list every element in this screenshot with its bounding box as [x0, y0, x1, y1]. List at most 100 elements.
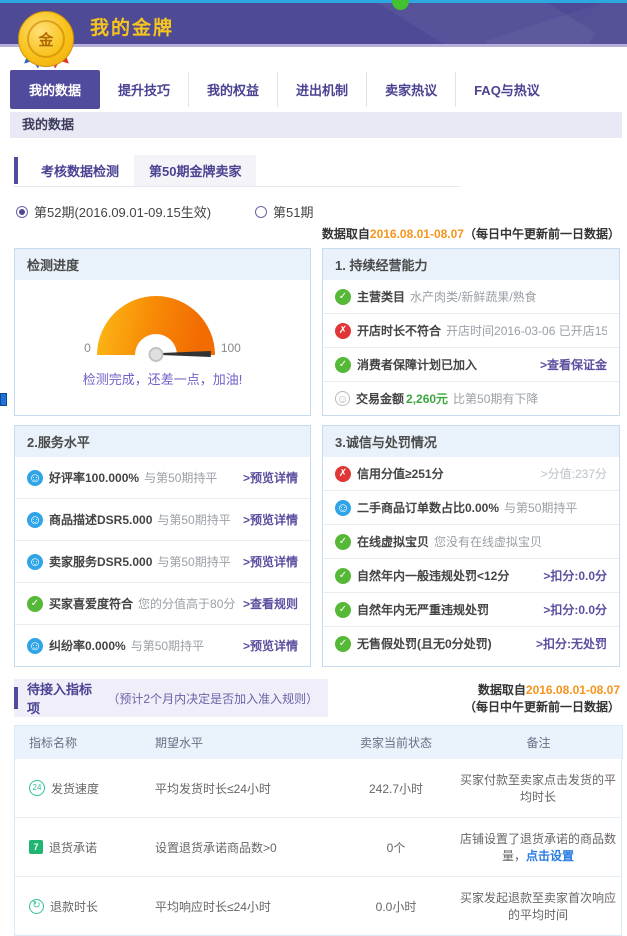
- data-source-date: 2016.08.01-08.07: [370, 227, 464, 241]
- row-main-text: 在线虚拟宝贝: [357, 533, 429, 550]
- table-row-refund-duration: ↻ 退款时长 平均响应时长≤24小时 0.0小时 买家发起退款至卖家首次响应的平…: [15, 876, 621, 935]
- panel3-row-credit-score: ✗ 信用分值≥251分 >分值:237分: [323, 457, 619, 490]
- 7-day-return-icon: 7: [29, 840, 43, 854]
- section-title: 我的数据: [10, 112, 622, 138]
- radio-period-52-label: 第52期(2016.09.01-09.15生效): [34, 202, 211, 221]
- deduction-link[interactable]: >扣分:无处罚: [530, 635, 607, 652]
- panel2-row-seller-dsr: ☺ 卖家服务DSR5.000 与第50期持平 >预览详情: [15, 540, 310, 582]
- subtab-accent-bar: [14, 157, 18, 184]
- data-source-suffix: （每日中午更新前一日数据）: [464, 227, 620, 241]
- row-main-text: 卖家服务DSR5.000: [49, 553, 152, 570]
- pending-section-header: 待接入指标项 （预计2个月内决定是否加入准入规则） 数据取自2016.08.01…: [14, 679, 620, 717]
- pending-accent-bar: [14, 687, 18, 709]
- row-main-text: 纠纷率0.000%: [49, 637, 126, 654]
- row-sub-text: 您没有在线虚拟宝贝: [434, 533, 542, 550]
- row-main-text: 买家喜爱度符合: [49, 595, 133, 612]
- data-source-suffix: （每日中午更新前一日数据）: [464, 700, 620, 714]
- panel3-title: 3.诚信与处罚情况: [323, 426, 619, 457]
- main-content: 我的数据 考核数据检测 第50期金牌卖家 第52期(2016.09.01-09.…: [10, 112, 622, 936]
- gauge-min-label: 0: [84, 341, 91, 355]
- row-main-text: 二手商品订单数占比0.00%: [357, 499, 499, 516]
- radio-period-52[interactable]: 第52期(2016.09.01-09.15生效): [16, 202, 211, 221]
- gauge-max-label: 100: [221, 341, 241, 355]
- credit-score-note: >分值:237分: [535, 465, 607, 482]
- expected-level: 设置退货承诺商品数>0: [155, 839, 337, 856]
- click-setup-link[interactable]: 点击设置: [526, 849, 574, 863]
- row-main-text: 信用分值≥251分: [357, 465, 444, 482]
- period-radio-group: 第52期(2016.09.01-09.15生效) 第51期: [16, 202, 622, 221]
- tab-entry-exit-rules[interactable]: 进出机制: [278, 72, 367, 107]
- subtab-assessment-check[interactable]: 考核数据检测: [26, 155, 134, 186]
- gauge-arc: [97, 296, 215, 355]
- row-sub-text: 比第50期有下降: [453, 390, 538, 407]
- expected-level: 平均发货时长≤24小时: [155, 780, 337, 797]
- row-main-text: 商品描述DSR5.000: [49, 511, 152, 528]
- row-main-text: 主营类目: [357, 288, 405, 305]
- smile-icon: ☺: [27, 554, 43, 570]
- tab-improve-skills[interactable]: 提升技巧: [100, 72, 189, 107]
- tab-faq[interactable]: FAQ与热议: [456, 72, 558, 107]
- preview-detail-link[interactable]: >预览详情: [237, 553, 298, 570]
- table-row-return-promise: 7 退货承诺 设置退货承诺商品数>0 0个 店铺设置了退货承诺的商品数量，点击设…: [15, 817, 621, 876]
- tab-seller-discussion[interactable]: 卖家热议: [367, 72, 456, 107]
- col-header-indicator-name: 指标名称: [15, 734, 155, 751]
- row-main-text: 开店时长不符合: [357, 322, 441, 339]
- panels-grid: 检测进度 0 100 检测完成，还差一点，加油! 1. 持续经营能力 ✓: [14, 248, 622, 667]
- remark: 买家付款至卖家点击发货的平均时长: [455, 771, 621, 805]
- preview-detail-link[interactable]: >预览详情: [237, 469, 298, 486]
- check-icon: ✓: [335, 636, 351, 652]
- view-rules-link[interactable]: >查看规则: [237, 595, 298, 612]
- refund-cycle-icon: ↻: [29, 899, 44, 914]
- panel2-row-buyer-favor: ✓ 买家喜爱度符合 您的分值高于80分 >查看规则: [15, 582, 310, 624]
- preview-detail-link[interactable]: >预览详情: [237, 637, 298, 654]
- left-edge-marker: [0, 393, 7, 406]
- deduction-link[interactable]: >扣分:0.0分: [537, 601, 607, 618]
- current-status: 0.0小时: [337, 898, 455, 915]
- top-accent-strip: [0, 0, 627, 3]
- gauge-hub: [148, 347, 163, 362]
- cross-icon: ✗: [335, 466, 351, 482]
- smile-icon: ☺: [27, 470, 43, 486]
- col-header-remark: 备注: [455, 734, 622, 751]
- gold-medal-icon: 金: [16, 11, 80, 67]
- tab-my-benefits[interactable]: 我的权益: [189, 72, 278, 107]
- panel2-row-dispute-rate: ☺ 纠纷率0.000% 与第50期持平 >预览详情: [15, 624, 310, 666]
- view-deposit-link[interactable]: >查看保证金: [534, 356, 607, 373]
- current-status: 0个: [337, 839, 455, 856]
- smile-icon: ☺: [27, 512, 43, 528]
- current-status: 242.7小时: [337, 780, 455, 797]
- row-main-text: 消费者保障计划已加入: [357, 356, 477, 373]
- indicator-name: 发货速度: [51, 780, 99, 797]
- check-icon: ✓: [335, 534, 351, 550]
- deduction-link[interactable]: >扣分:0.0分: [537, 567, 607, 584]
- row-sub-text: 与第50期持平: [157, 511, 230, 528]
- cross-icon: ✗: [335, 323, 351, 339]
- row-main-text: 无售假处罚(且无0分处罚): [357, 635, 492, 652]
- panel-progress-title: 检测进度: [15, 249, 310, 280]
- panel2-row-item-dsr: ☺ 商品描述DSR5.000 与第50期持平 >预览详情: [15, 498, 310, 540]
- nav-tabbar: 我的数据 提升技巧 我的权益 进出机制 卖家热议 FAQ与热议: [10, 70, 558, 109]
- subtab-period50-sellers[interactable]: 第50期金牌卖家: [134, 155, 256, 186]
- preview-detail-link[interactable]: >预览详情: [237, 511, 298, 528]
- pending-title-box: 待接入指标项 （预计2个月内决定是否加入准入规则）: [14, 679, 328, 717]
- row-value-text: 2,260元: [406, 390, 448, 407]
- panel-service-level: 2.服务水平 ☺ 好评率100.000% 与第50期持平 >预览详情 ☺ 商品描…: [14, 425, 311, 667]
- tab-my-data[interactable]: 我的数据: [10, 70, 100, 109]
- panel3-row-virtual-items: ✓ 在线虚拟宝贝 您没有在线虚拟宝贝: [323, 524, 619, 558]
- data-source-date: 2016.08.01-08.07: [526, 683, 620, 697]
- row-main-text: 好评率100.000%: [49, 469, 139, 486]
- check-icon: ✓: [335, 289, 351, 305]
- indicator-name: 退款时长: [50, 898, 98, 915]
- row-sub-text: 与第50期持平: [144, 469, 217, 486]
- check-icon: ✓: [335, 357, 351, 373]
- neutral-face-icon: ☺: [335, 391, 350, 406]
- data-source-note: 数据取自2016.08.01-08.07（每日中午更新前一日数据）: [328, 681, 620, 715]
- pending-title: 待接入指标项: [27, 679, 103, 717]
- radio-unselected-icon: [255, 206, 267, 218]
- col-header-expected-level: 期望水平: [155, 734, 337, 751]
- radio-period-51[interactable]: 第51期: [255, 202, 313, 221]
- panel1-row-shop-age: ✗ 开店时长不符合 开店时间2016-03-06 已开店156天: [323, 313, 619, 347]
- pending-table: 24 发货速度 平均发货时长≤24小时 242.7小时 买家付款至卖家点击发货的…: [14, 759, 622, 936]
- check-icon: ✓: [27, 596, 43, 612]
- panel-business-capability: 1. 持续经营能力 ✓ 主营类目 水产肉类/新鲜蔬果/熟食 ✗ 开店时长不符合 …: [322, 248, 620, 416]
